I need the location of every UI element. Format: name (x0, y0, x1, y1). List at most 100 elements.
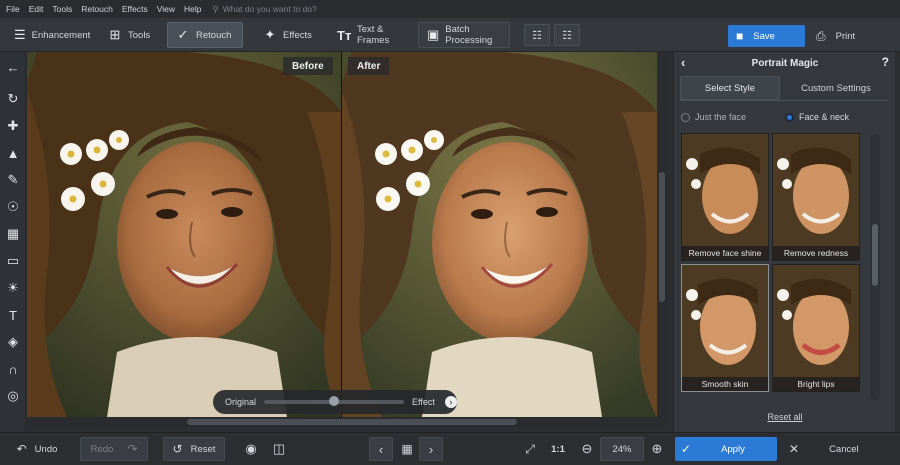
zoom-percent-field[interactable]: 24% (600, 437, 644, 461)
search-input[interactable]: What do you want to do? (223, 4, 317, 14)
cancel-button[interactable]: ✕ Cancel (785, 437, 885, 461)
slider-effect-label: Effect (412, 397, 435, 407)
menu-effects[interactable]: Effects (122, 4, 148, 14)
tab-select-style[interactable]: Select Style (680, 76, 780, 100)
tab-label: Tools (128, 29, 151, 41)
tab-custom-settings[interactable]: Custom Settings (784, 76, 888, 100)
brush-icon: ✓ (177, 27, 189, 42)
reset-label: Reset (190, 443, 216, 455)
zoom-out-icon[interactable]: ⊖ (578, 437, 596, 461)
apply-button[interactable]: ✓ Apply (675, 437, 777, 461)
scroll-thumb[interactable] (872, 224, 878, 286)
globe-icon[interactable]: ◎ (0, 385, 26, 407)
history-icon: ☷ (562, 29, 572, 42)
sliders-icon: ☰ (14, 27, 26, 42)
tab-label: Text & Frames (357, 24, 390, 46)
eye-icon[interactable]: ◉ (240, 437, 262, 461)
rotate-icon[interactable]: ↻ (0, 88, 26, 110)
print-button[interactable]: ⎙ Print (808, 25, 890, 47)
before-photo: Before (27, 52, 341, 417)
style-caption: Remove face shine (682, 246, 768, 260)
tab-enhancement[interactable]: ☰ Enhancement (6, 22, 90, 48)
radial-icon[interactable]: ☉ (0, 196, 26, 218)
close-icon: ✕ (789, 442, 800, 456)
style-remove-face-shine[interactable]: Remove face shine (681, 133, 769, 261)
magnet-icon[interactable]: ∩ (0, 358, 26, 380)
radio-checked-icon (785, 112, 794, 122)
horizontal-scrollbar[interactable] (27, 417, 667, 427)
menu-help[interactable]: Help (184, 4, 201, 14)
panel-scrollbar[interactable] (870, 134, 880, 400)
tab-tools[interactable]: ⊞ Tools (100, 22, 160, 48)
menu-tools[interactable]: Tools (52, 4, 72, 14)
style-remove-redness[interactable]: Remove redness (772, 133, 860, 261)
tab-label: Retouch (196, 29, 232, 41)
undo-button[interactable]: ↶ Undo (6, 437, 68, 461)
style-smooth-skin[interactable]: Smooth skin (681, 264, 769, 392)
tab-retouch[interactable]: ✓ Retouch (167, 22, 243, 48)
folder-icon[interactable]: ▦ (395, 437, 419, 461)
tab-text-frames[interactable]: Tт Text & Frames (329, 22, 413, 48)
tab-effects[interactable]: ✦ Effects (255, 22, 321, 48)
radio-face-neck[interactable]: Face & neck (785, 112, 849, 122)
menu-file[interactable]: File (6, 4, 20, 14)
fit-screen-icon[interactable]: ⤢ (520, 437, 540, 461)
scroll-thumb[interactable] (187, 419, 517, 425)
floppy-disk-icon: ■ (736, 29, 744, 43)
zoom-in-icon[interactable]: ⊕ (648, 437, 666, 461)
slider-original-label: Original (225, 397, 257, 407)
stamp-icon[interactable]: ▲ (0, 142, 26, 164)
checkmark-icon: ✓ (681, 442, 692, 456)
brush-tool-icon[interactable]: ✎ (0, 169, 26, 191)
vertical-scrollbar[interactable] (657, 52, 667, 417)
fill-bucket-icon[interactable]: ◈ (0, 331, 26, 353)
undo-icon: ↶ (16, 442, 27, 456)
reset-all-link[interactable]: Reset all (674, 412, 896, 422)
back-arrow-icon[interactable]: ← (0, 56, 26, 78)
menu-edit[interactable]: Edit (29, 4, 44, 14)
redo-label: Redo (90, 443, 114, 455)
search-box[interactable]: ⚲ What do you want to do? (212, 4, 316, 15)
chevron-left-icon: ‹ (378, 441, 384, 457)
bandage-icon[interactable]: ✚ (0, 115, 26, 137)
help-icon[interactable]: ? (882, 55, 889, 69)
before-label: Before (283, 57, 333, 75)
sun-icon[interactable]: ☀ (0, 277, 26, 299)
image-canvas[interactable]: Before After Original Effect › (27, 52, 667, 417)
vignette-icon[interactable]: ▭ (0, 250, 26, 272)
radio-label: Just the face (695, 112, 747, 122)
after-label: After (348, 57, 390, 75)
tab-batch-processing[interactable]: ▣ Batch Processing (418, 22, 510, 48)
main-toolbar: ☰ Enhancement ⊞ Tools ✓ Retouch ✦ Effect… (0, 18, 900, 52)
zoom-1to1-button[interactable]: 1:1 (547, 437, 569, 461)
back-chevron-icon[interactable]: ‹ (681, 55, 685, 70)
menu-view[interactable]: View (157, 4, 175, 14)
effect-strength-slider[interactable]: Original Effect › (213, 390, 457, 414)
redo-button[interactable]: Redo ↷ (80, 437, 148, 461)
prev-image-button[interactable]: ‹ (369, 437, 393, 461)
tab-divider (680, 100, 888, 101)
photo-editor-window: File Edit Tools Retouch Effects View Hel… (0, 0, 900, 465)
style-bright-lips[interactable]: Bright lips (772, 264, 860, 392)
reset-button[interactable]: ↺ Reset (163, 437, 225, 461)
radio-unchecked-icon (681, 112, 690, 122)
save-button[interactable]: ■ Save (728, 25, 805, 47)
split-view-icon: ☷ (532, 29, 542, 42)
text-icon: Tт (337, 27, 352, 43)
menu-retouch[interactable]: Retouch (81, 4, 113, 14)
images-icon: ▣ (427, 27, 440, 42)
compare-split-button[interactable]: ☷ (524, 24, 550, 46)
compare-icon[interactable]: ◫ (268, 437, 290, 461)
next-image-button[interactable]: › (419, 437, 443, 461)
chevron-right-icon[interactable]: › (444, 396, 457, 408)
tab-label: Batch Processing (445, 24, 493, 46)
text-tool-icon[interactable]: T (0, 304, 26, 326)
history-button[interactable]: ☷ (554, 24, 580, 46)
slider-handle[interactable] (329, 396, 340, 406)
print-label: Print (835, 30, 856, 42)
slider-track[interactable] (264, 396, 405, 406)
scroll-thumb[interactable] (659, 172, 665, 302)
radio-just-face[interactable]: Just the face (681, 112, 746, 122)
left-tool-strip: ← ↻ ✚ ▲ ✎ ☉ ▦ ▭ ☀ T ◈ ∩ ◎ (0, 52, 26, 432)
gradient-icon[interactable]: ▦ (0, 223, 26, 245)
